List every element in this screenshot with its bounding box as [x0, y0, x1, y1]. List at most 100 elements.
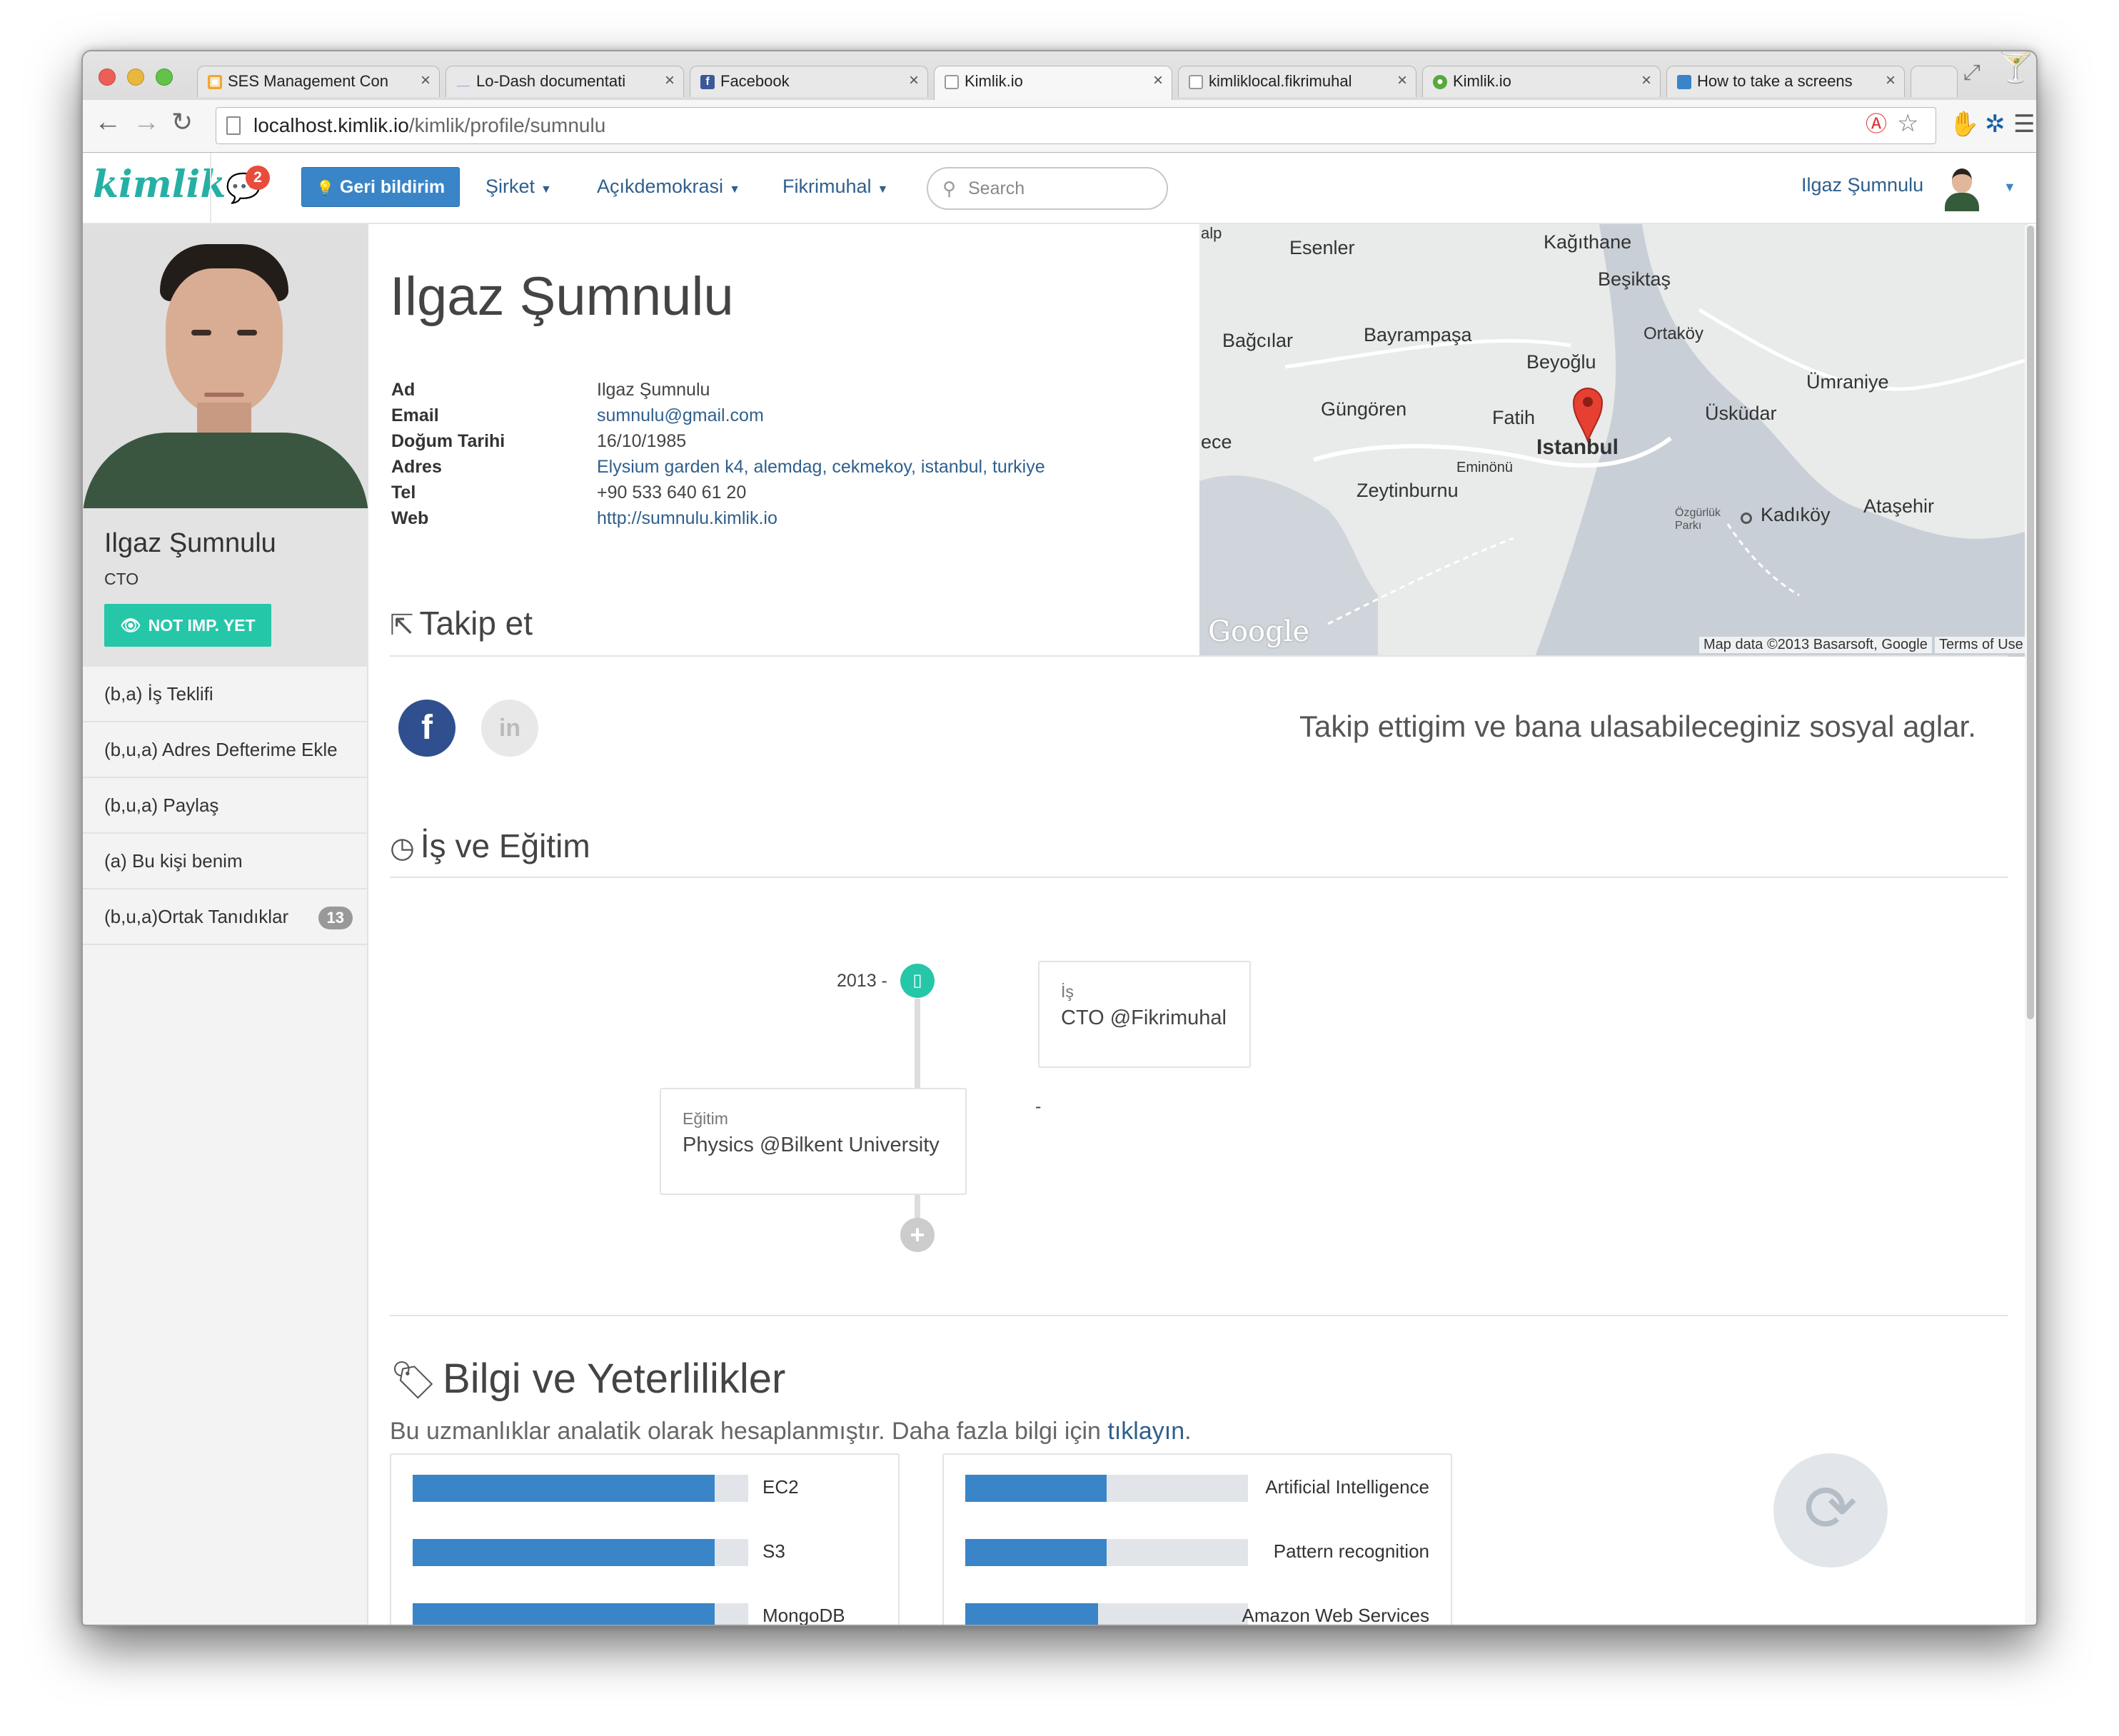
scrollbar-thumb[interactable] — [2027, 226, 2034, 1019]
refresh-icon[interactable]: ⟳ — [1773, 1453, 1888, 1568]
field-label: Email — [391, 405, 439, 425]
web-link[interactable]: http://sumnulu.kimlik.io — [597, 508, 777, 529]
browser-tab[interactable]: f Facebook × — [690, 66, 928, 97]
close-window-button[interactable] — [99, 69, 116, 86]
chevron-down-icon[interactable]: ▼ — [2003, 180, 2016, 195]
close-tab-icon[interactable]: × — [1641, 71, 1651, 91]
user-avatar[interactable] — [1942, 166, 1982, 211]
close-tab-icon[interactable]: × — [665, 71, 675, 91]
close-tab-icon[interactable]: × — [909, 71, 919, 91]
user-menu-name[interactable]: Ilgaz Şumnulu — [1801, 174, 1923, 196]
skills-panel: EC2 S3 MongoDB — [390, 1453, 900, 1626]
profile-card: Ilgaz Şumnulu CTO 👁 NOT IMP. YET — [83, 508, 368, 667]
skill-bar-fill — [965, 1475, 1107, 1502]
page-icon — [1189, 75, 1203, 89]
google-logo: Google — [1208, 615, 1310, 648]
skills-more-link[interactable]: tıklayın — [1107, 1418, 1184, 1445]
map-label: Ortaköy — [1644, 324, 1704, 343]
feedback-button[interactable]: 💡 Geri bildirim — [301, 167, 460, 207]
page-icon — [226, 116, 241, 135]
star-icon[interactable]: ☆ — [1897, 109, 1918, 138]
sidebar-item-share[interactable]: (b,u,a) Paylaş — [83, 778, 368, 834]
menu-sirket[interactable]: Şirket ▼ — [485, 176, 552, 198]
browser-tab[interactable]: ● Kimlik.io × — [1422, 66, 1661, 97]
page-scrollbar[interactable] — [2025, 226, 2036, 1625]
zoom-window-button[interactable] — [156, 69, 173, 86]
fullscreen-icon[interactable]: ⤢ — [1963, 59, 1980, 87]
add-icon[interactable]: + — [900, 1218, 935, 1252]
map-label: Beşiktaş — [1598, 268, 1671, 290]
field-value-phone: +90 533 640 61 20 — [597, 483, 747, 503]
linkedin-icon[interactable]: in — [481, 700, 538, 757]
browser-tab[interactable]: kimliklocal.fikrimuhal × — [1178, 66, 1416, 97]
lightbulb-icon: 💡 — [316, 181, 334, 196]
sidebar-item-job-offer[interactable]: (b,a) İş Teklifi — [83, 667, 368, 722]
map-label: ece — [1201, 431, 1232, 453]
browser-tab[interactable]: ▣ SES Management Con × — [197, 66, 440, 97]
sidebar-item-mutual-contacts[interactable]: (b,u,a)Ortak Tanıdıklar 13 — [83, 889, 368, 945]
extension-icon[interactable]: ✲ — [1985, 110, 2005, 138]
brand-logo[interactable]: kimlik — [93, 163, 226, 206]
phone-icon: ▯ — [900, 964, 935, 998]
profile-title: Ilgaz Şumnulu — [390, 266, 734, 327]
menu-icon[interactable]: ☰ — [2013, 110, 2035, 138]
map-attribution: Map data ©2013 Basarsoft, Google — [1699, 637, 1932, 653]
field-label: Ad — [391, 380, 416, 400]
sidebar-item-label: (b,a) İş Teklifi — [104, 683, 213, 705]
location-pin-icon[interactable] — [1572, 385, 1604, 443]
menu-label: Fikrimuhal — [782, 176, 872, 197]
field-label: Doğum Tarihi — [391, 431, 505, 451]
skill-bar — [413, 1475, 748, 1502]
sidebar-item-label: (b,u,a) Adres Defterime Ekle — [104, 739, 338, 760]
close-tab-icon[interactable]: × — [1153, 71, 1163, 91]
forward-icon[interactable]: → — [133, 107, 160, 138]
back-icon[interactable]: ← — [94, 107, 121, 138]
angular-icon[interactable]: Ⓐ — [1866, 111, 1887, 139]
sidebar-item-label: (a) Bu kişi benim — [104, 850, 243, 872]
facebook-icon[interactable]: f — [398, 700, 455, 757]
timeline-title: Physics @Bilkent University — [683, 1134, 940, 1156]
browser-chrome: ▣ SES Management Con × __ Lo-Dash docume… — [83, 51, 2036, 153]
address-link[interactable]: Elysium garden k4, alemdag, cekmekoy, is… — [597, 457, 1045, 478]
work-heading: ◷ İş ve Eğitim — [390, 827, 590, 865]
skill-bar-fill — [413, 1539, 715, 1566]
timeline-year: - — [1035, 1096, 1042, 1116]
not-implemented-label: NOT IMP. YET — [148, 616, 256, 635]
map-label: Üsküdar — [1705, 403, 1777, 424]
skill-bar — [413, 1603, 748, 1625]
menu-acikdemokrasi[interactable]: Açıkdemokrasi ▼ — [597, 176, 740, 198]
map-terms-link[interactable]: Terms of Use — [1935, 637, 2028, 653]
minimize-window-button[interactable] — [127, 69, 144, 86]
tab-label: kimliklocal.fikrimuhal — [1209, 72, 1352, 90]
close-tab-icon[interactable]: × — [421, 71, 431, 91]
location-map[interactable]: Esenler Kağıthane Beşiktaş Bağcılar Bayr… — [1199, 224, 2028, 657]
map-label: Eminönü — [1456, 460, 1513, 475]
map-label: Fatih — [1492, 407, 1536, 428]
new-tab-button[interactable] — [1911, 66, 1958, 97]
timeline-card-education[interactable]: Eğitim Physics @Bilkent University — [660, 1088, 967, 1195]
close-tab-icon[interactable]: × — [1886, 71, 1896, 91]
adblock-icon[interactable]: ✋ — [1949, 110, 1979, 138]
app-navbar: kimlik 💬 2 💡 Geri bildirim Şirket ▼ Açıkde… — [83, 153, 2036, 224]
address-bar[interactable]: localhost.kimlik.io/kimlik/profile/sumnu… — [216, 107, 1936, 144]
menu-fikrimuhal[interactable]: Fikrimuhal ▼ — [782, 176, 888, 198]
reload-icon[interactable]: ↻ — [171, 107, 193, 137]
skill-label: MongoDB — [762, 1605, 845, 1626]
sidebar-item-this-is-me[interactable]: (a) Bu kişi benim — [83, 834, 368, 889]
sidebar-item-add-contact[interactable]: (b,u,a) Adres Defterime Ekle — [83, 722, 368, 778]
search-input[interactable]: ⚲ Search — [927, 167, 1168, 210]
sidebar-role: CTO — [104, 570, 139, 588]
email-link[interactable]: sumnulu@gmail.com — [597, 405, 764, 426]
browser-tab[interactable]: __ Lo-Dash documentati × — [446, 66, 684, 97]
notification-badge: 2 — [246, 166, 270, 190]
timeline-card-job[interactable]: İş CTO @Fikrimuhal — [1038, 961, 1251, 1068]
close-tab-icon[interactable]: × — [1397, 71, 1407, 91]
page-icon — [945, 75, 959, 89]
url-host: localhost.kimlik.io — [253, 114, 409, 136]
field-label: Web — [391, 508, 429, 528]
skills-subtitle-end: . — [1184, 1418, 1192, 1445]
not-implemented-button[interactable]: 👁 NOT IMP. YET — [104, 604, 271, 647]
browser-tab-active[interactable]: Kimlik.io × — [934, 66, 1172, 100]
browser-tab[interactable]: How to take a screens × — [1666, 66, 1905, 97]
skill-bar — [413, 1539, 748, 1566]
